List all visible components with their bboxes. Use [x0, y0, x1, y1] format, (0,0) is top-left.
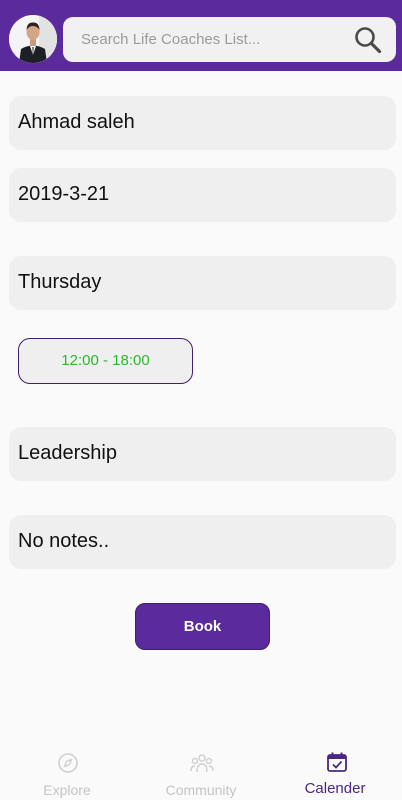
notes-field[interactable]: No notes.. — [9, 515, 396, 569]
booking-day: Thursday — [18, 271, 102, 293]
nav-calender-label: Calender — [304, 780, 366, 797]
nav-calender[interactable]: Calender — [268, 745, 402, 800]
profile-photo — [9, 15, 57, 63]
time-slot-button[interactable]: 12:00 - 18:00 — [18, 338, 193, 384]
calendar-icon — [326, 751, 348, 778]
app-header: Search Life Coaches List... — [0, 0, 402, 71]
avatar[interactable] — [9, 15, 57, 63]
coach-name: Ahmad saleh — [18, 111, 135, 133]
search-input[interactable]: Search Life Coaches List... — [81, 31, 260, 48]
booking-date: 2019-3-21 — [18, 183, 110, 205]
nav-explore-label: Explore — [43, 782, 91, 798]
search-bar[interactable]: Search Life Coaches List... — [63, 17, 396, 62]
compass-icon — [57, 752, 79, 779]
booking-topic: Leadership — [18, 442, 117, 464]
date-field: 2019-3-21 — [9, 168, 396, 222]
bottom-nav: Explore Community Calender — [0, 745, 402, 800]
booking-notes: No notes.. — [18, 530, 110, 552]
community-icon — [190, 752, 214, 779]
nav-explore[interactable]: Explore — [0, 745, 134, 800]
day-field: Thursday — [9, 256, 396, 310]
book-button[interactable]: Book — [135, 603, 270, 650]
nav-community[interactable]: Community — [134, 745, 268, 800]
coach-name-field: Ahmad saleh — [9, 96, 396, 150]
search-icon[interactable] — [354, 26, 382, 59]
topic-field: Leadership — [9, 427, 396, 481]
nav-community-label: Community — [165, 782, 237, 798]
